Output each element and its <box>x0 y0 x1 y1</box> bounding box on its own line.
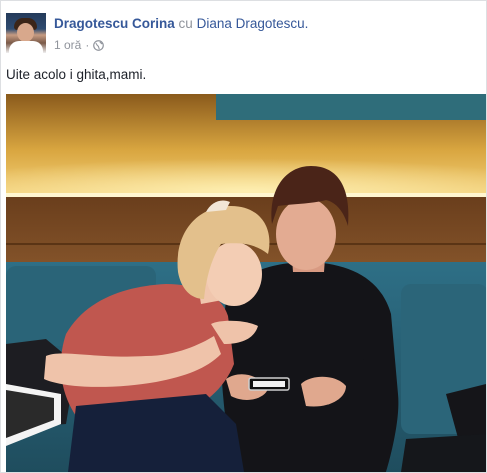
phone-screen <box>253 381 285 387</box>
woman-left-jeans <box>68 394 244 472</box>
bag-bottom-right <box>401 434 486 472</box>
globe-icon[interactable] <box>93 39 105 51</box>
post-header: Dragotescu Corina cu Diana Dragotescu. 1… <box>6 13 476 55</box>
with-word: cu <box>178 16 193 31</box>
post-meta: 1 oră · <box>54 38 105 52</box>
author-avatar[interactable] <box>6 13 46 53</box>
avatar-face <box>17 23 34 42</box>
meta-separator: · <box>85 38 90 52</box>
post-photo[interactable] <box>6 94 487 472</box>
facebook-post: Dragotescu Corina cu Diana Dragotescu. 1… <box>0 0 487 473</box>
author-name-link[interactable]: Dragotescu Corina <box>54 16 175 31</box>
avatar-shirt <box>9 41 43 53</box>
post-text: Uite acolo i ghita,mami. <box>6 67 147 82</box>
woman-right-face <box>276 198 336 270</box>
post-names: Dragotescu Corina cu Diana Dragotescu. <box>54 16 308 31</box>
post-timestamp[interactable]: 1 oră <box>54 38 81 52</box>
tagged-person-link[interactable]: Diana Dragotescu. <box>197 16 309 31</box>
light-strip <box>6 193 486 197</box>
light-glow <box>6 149 486 196</box>
ceiling-panel <box>216 94 486 120</box>
